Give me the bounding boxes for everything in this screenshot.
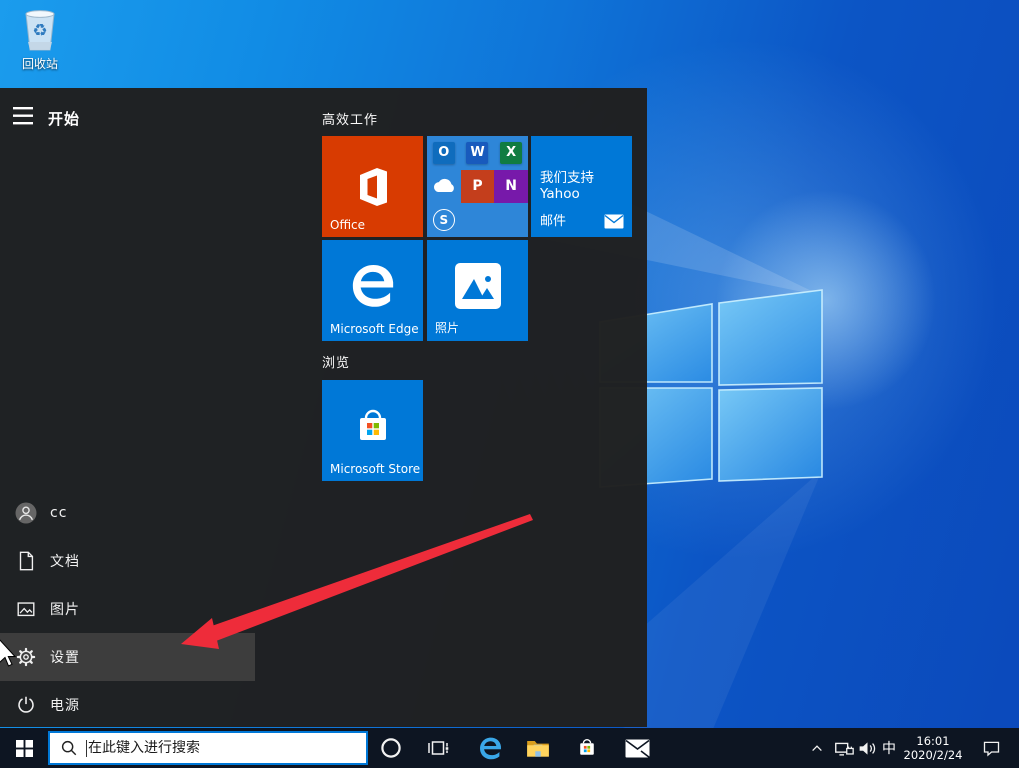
group-empty-cell [494,203,528,237]
start-menu-header: 开始 [0,88,255,144]
tile-label: Office [330,218,365,232]
pictures-icon [14,597,38,621]
start-menu: 开始 cc [0,88,647,727]
sidebar-item-user[interactable]: cc [0,489,255,537]
start-menu-title: 开始 [48,108,80,129]
svg-text:♻: ♻ [32,21,47,41]
onenote-icon: N [494,170,528,204]
skype-icon: S [427,203,461,237]
edge-logo-icon [347,260,399,312]
sidebar-item-label: cc [50,505,67,521]
power-icon [14,693,38,717]
mail-promo-text: 我们支持 Yahoo [540,166,632,202]
task-view-icon [426,736,450,760]
document-icon [14,549,38,573]
start-sidebar: cc 文档 图片 [0,489,255,729]
sidebar-item-pictures[interactable]: 图片 [0,585,255,633]
notification-icon [981,738,1002,759]
clock-time: 16:01 [902,734,964,748]
action-center-button[interactable] [974,728,1008,768]
tile-office[interactable]: Office [322,136,423,237]
folder-icon [525,735,551,761]
network-icon [833,737,855,759]
office-apps-grid: O W X P [427,136,528,237]
excel-icon: X [494,136,528,170]
powerpoint-icon: P [461,170,495,204]
taskbar-search-box[interactable] [48,731,368,765]
store-bag-icon [350,404,396,450]
task-view-button[interactable] [419,728,457,768]
sidebar-item-label: 电源 [50,695,80,715]
speaker-icon [857,738,878,759]
tile-edge[interactable]: Microsoft Edge [322,240,423,341]
search-icon [60,739,78,757]
windows-logo-icon [16,740,33,757]
photos-icon [455,263,501,309]
sidebar-item-label: 图片 [50,599,80,619]
tile-label: 照片 [435,319,459,336]
tile-group-title-explore: 浏览 [322,352,350,371]
chevron-up-icon [809,740,825,756]
sidebar-item-label: 文档 [50,551,80,571]
tile-office-apps-group[interactable]: O W X P [427,136,528,237]
recycle-bin-label: 回收站 [10,55,70,72]
recycle-bin-shortcut[interactable]: ♻ 回收站 [10,6,70,72]
mail-icon [625,739,650,758]
sidebar-item-settings[interactable]: 设置 [0,633,255,681]
hamburger-menu-icon[interactable] [13,107,35,125]
taskbar: 中 16:01 2020/2/24 [0,728,1019,768]
outlook-icon: O [427,136,461,170]
tile-store[interactable]: Microsoft Store [322,380,423,481]
sidebar-item-documents[interactable]: 文档 [0,537,255,585]
tile-photos[interactable]: 照片 [427,240,528,341]
tile-mail[interactable]: 我们支持 Yahoo 邮件 [531,136,632,237]
network-status[interactable] [830,728,857,768]
recycle-bin-icon: ♻ [18,6,62,54]
text-caret [86,740,87,757]
group-empty-cell [461,203,495,237]
cortana-icon [380,737,402,759]
taskbar-mail-button[interactable] [616,728,658,768]
sidebar-item-label: 设置 [50,647,80,667]
user-avatar-icon [14,501,38,525]
cortana-button[interactable] [372,728,410,768]
edge-icon [477,735,504,762]
search-input[interactable] [88,740,318,756]
tray-expand-button[interactable] [804,728,830,768]
desktop: ♻ 回收站 开始 cc [0,0,1019,768]
sidebar-item-power[interactable]: 电源 [0,681,255,729]
taskbar-clock[interactable]: 16:01 2020/2/24 [902,728,964,768]
clock-date: 2020/2/24 [902,748,964,762]
word-icon: W [461,136,495,170]
tile-label: Microsoft Edge [330,322,419,336]
tile-label: Microsoft Store [330,462,420,476]
office-logo-icon [351,165,395,209]
file-explorer-button[interactable] [518,728,558,768]
taskbar-store-button[interactable] [567,728,607,768]
store-icon [575,736,599,760]
onedrive-icon [427,170,461,204]
tile-group-title-productivity: 高效工作 [322,109,378,128]
taskbar-edge-button[interactable] [470,728,510,768]
gear-icon [14,645,38,669]
tile-label: 邮件 [540,210,566,229]
start-button[interactable] [0,728,48,768]
ime-indicator[interactable]: 中 [877,728,901,768]
mail-envelope-icon [604,214,624,229]
